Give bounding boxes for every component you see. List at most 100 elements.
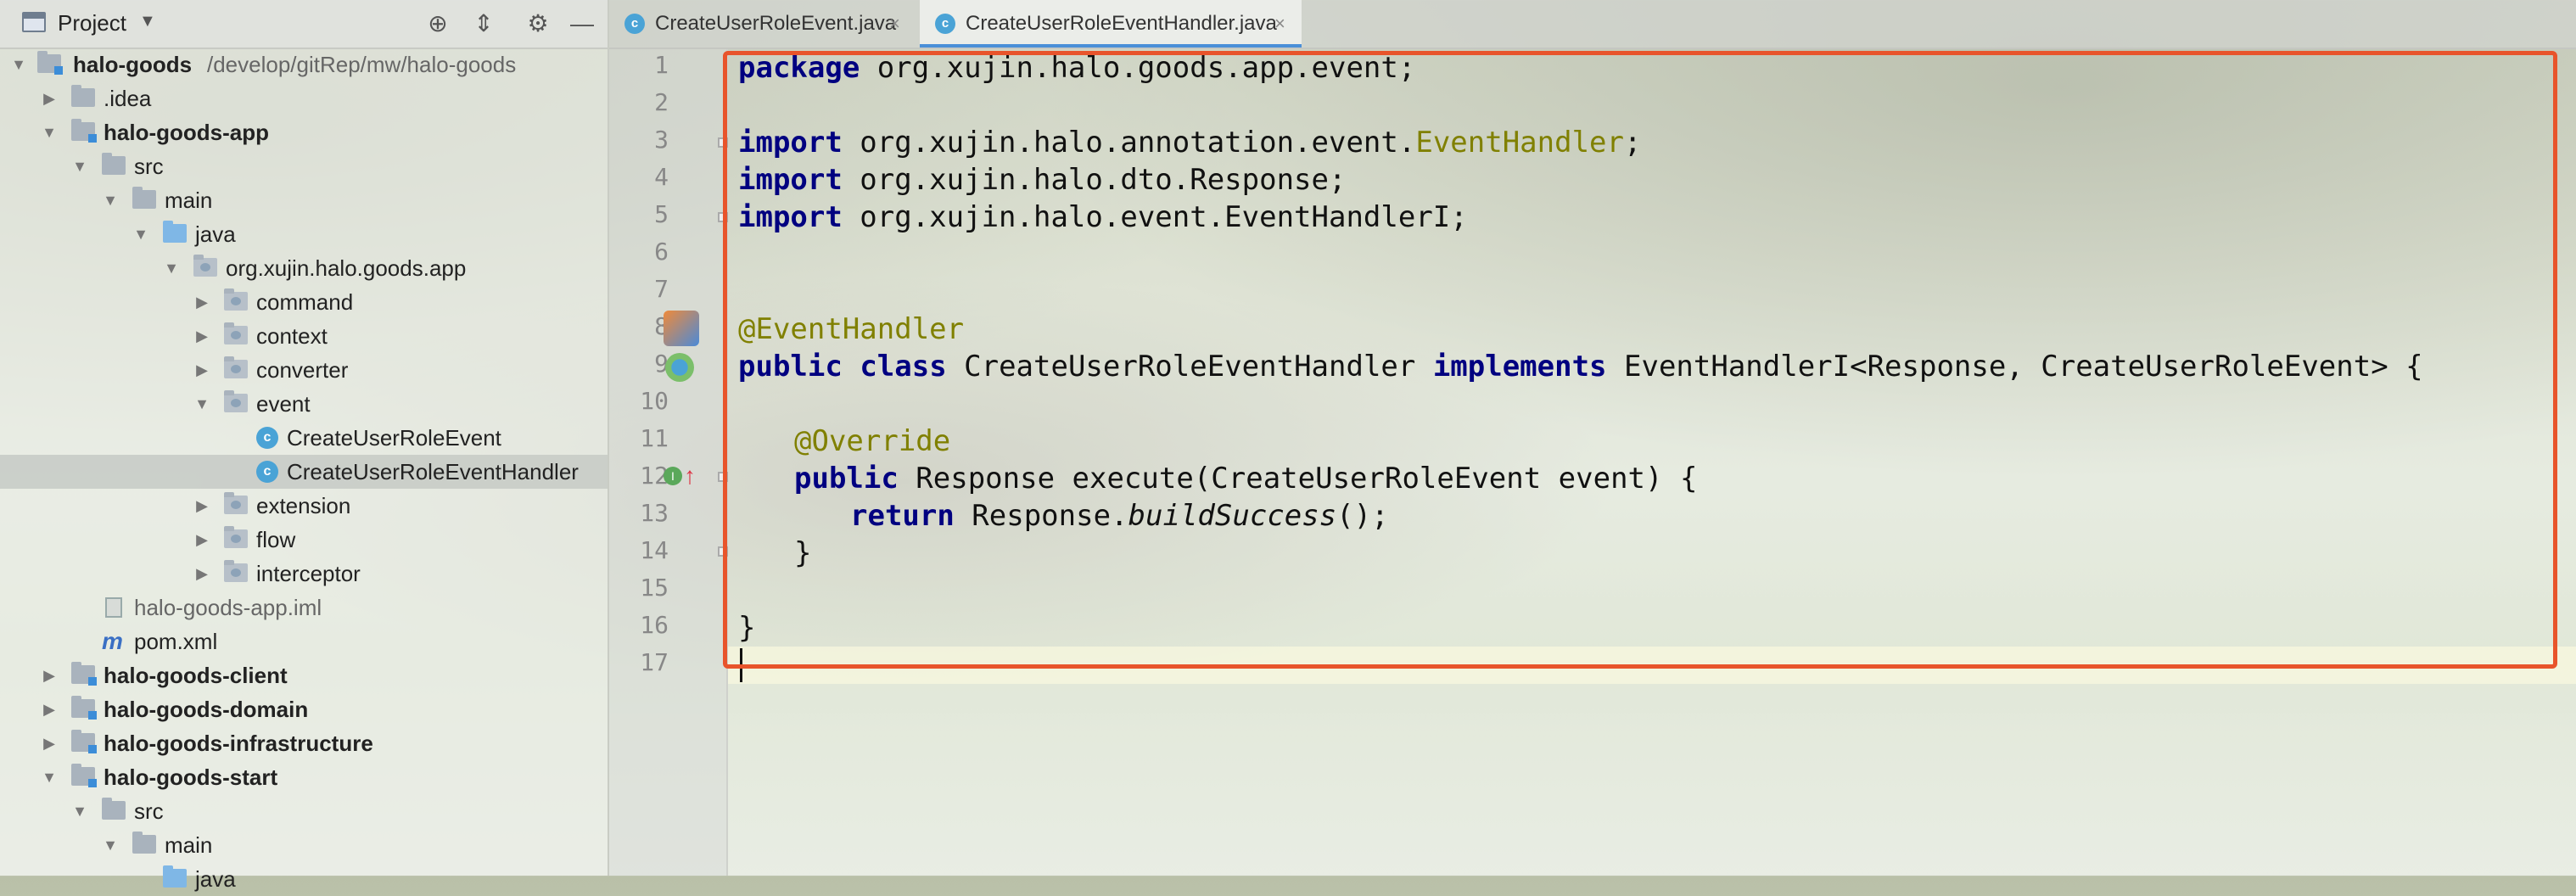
gear-icon[interactable]: ⚙ xyxy=(521,7,555,41)
tree-item-label: main xyxy=(165,188,213,213)
chevron-down-icon[interactable]: ▼ xyxy=(100,183,120,217)
tab-create-user-role-event[interactable]: c CreateUserRoleEvent.java × xyxy=(609,0,916,48)
code-line-9: public class CreateUserRoleEventHandler … xyxy=(738,348,2423,385)
tree-item-halo-goods[interactable]: ▼ halo-goods /develop/gitRep/mw/halo-goo… xyxy=(0,48,608,81)
package-icon xyxy=(224,322,248,344)
arrow-up-icon[interactable]: ↑ xyxy=(684,462,697,490)
tree-item-create-user-role-event-handler[interactable]: c CreateUserRoleEventHandler xyxy=(0,455,608,489)
tree-item-label: halo-goods-app xyxy=(104,120,269,145)
text-caret xyxy=(740,648,742,682)
chevron-right-icon[interactable]: ▶ xyxy=(39,658,59,692)
close-icon[interactable]: × xyxy=(889,0,900,48)
tree-item-java-start[interactable]: java xyxy=(0,862,608,896)
tree-item-package-app[interactable]: ▼ org.xujin.halo.goods.app xyxy=(0,251,608,285)
tree-item-main[interactable]: ▼ main xyxy=(0,183,608,217)
tree-item-create-user-role-event[interactable]: c CreateUserRoleEvent xyxy=(0,421,608,455)
code-text: org.xujin.halo.goods.app.event; xyxy=(860,51,1416,85)
tree-item-label: CreateUserRoleEventHandler xyxy=(287,459,579,484)
chevron-right-icon[interactable]: ▶ xyxy=(192,285,212,319)
fold-marker-icon[interactable] xyxy=(718,212,728,222)
code-line-13: return Response.buildSuccess(); xyxy=(850,497,1389,535)
chevron-right-icon[interactable]: ▶ xyxy=(39,692,59,726)
folder-icon xyxy=(102,153,126,175)
code-text: CreateUserRoleEventHandler xyxy=(946,350,1433,384)
tree-item-label: extension xyxy=(256,493,351,518)
tree-item-label: CreateUserRoleEvent xyxy=(287,425,501,451)
module-folder-icon xyxy=(37,51,63,75)
chevron-down-icon[interactable]: ▼ xyxy=(192,387,212,421)
override-icon[interactable]: I xyxy=(664,467,682,485)
line-number: 5 xyxy=(654,200,669,228)
spring-bean-icon[interactable] xyxy=(664,311,699,346)
close-icon[interactable]: × xyxy=(1274,0,1285,48)
fold-marker-icon[interactable] xyxy=(718,546,728,557)
chevron-down-icon[interactable]: ▼ xyxy=(70,794,90,828)
fold-marker-icon[interactable] xyxy=(718,472,728,482)
tree-item-idea[interactable]: ▶ .idea xyxy=(0,81,608,115)
chevron-down-icon[interactable]: ▼ xyxy=(8,48,29,81)
locate-icon[interactable]: ⊕ xyxy=(421,7,455,41)
tree-item-halo-goods-domain[interactable]: ▶ halo-goods-domain xyxy=(0,692,608,726)
code-text: EventHandlerI<Response, CreateUserRoleEv… xyxy=(1606,350,2423,384)
chevron-down-icon[interactable]: ▼ xyxy=(139,12,156,31)
line-number: 7 xyxy=(654,275,669,303)
tree-item-label: org.xujin.halo.goods.app xyxy=(226,255,467,281)
folder-icon xyxy=(71,85,95,107)
chevron-right-icon[interactable]: ▶ xyxy=(39,726,59,760)
tree-item-label: converter xyxy=(256,357,349,383)
chevron-down-icon[interactable]: ▼ xyxy=(161,251,182,285)
line-number: 12 xyxy=(640,462,669,490)
tree-item-label: halo-goods xyxy=(73,52,193,77)
project-panel-title[interactable]: Project xyxy=(58,10,126,36)
tree-item-halo-goods-start[interactable]: ▼ halo-goods-start xyxy=(0,760,608,794)
minimize-icon[interactable]: — xyxy=(565,7,599,41)
source-folder-icon xyxy=(163,865,187,888)
line-number: 17 xyxy=(640,648,669,676)
tree-item-src[interactable]: ▼ src xyxy=(0,149,608,183)
chevron-down-icon[interactable]: ▼ xyxy=(39,760,59,794)
implements-icon[interactable] xyxy=(665,353,694,382)
chevron-down-icon[interactable]: ▼ xyxy=(70,149,90,183)
chevron-right-icon[interactable]: ▶ xyxy=(192,557,212,591)
tree-item-iml[interactable]: halo-goods-app.iml xyxy=(0,591,608,624)
tree-item-extension[interactable]: ▶ extension xyxy=(0,489,608,523)
collapse-all-icon[interactable]: ⇕ xyxy=(467,7,501,41)
line-number: 10 xyxy=(640,387,669,415)
tree-item-converter[interactable]: ▶ converter xyxy=(0,353,608,387)
chevron-right-icon[interactable]: ▶ xyxy=(192,353,212,387)
editor-gutter: 1 2 3 4 5 6 7 8 9 10 11 12 13 14 15 16 1… xyxy=(609,49,728,876)
tree-item-label: src xyxy=(134,154,164,179)
tree-item-halo-goods-app[interactable]: ▼ halo-goods-app xyxy=(0,115,608,149)
tab-create-user-role-event-handler[interactable]: c CreateUserRoleEventHandler.java × xyxy=(920,0,1302,48)
chevron-down-icon[interactable]: ▼ xyxy=(131,217,151,251)
tree-item-interceptor[interactable]: ▶ interceptor xyxy=(0,557,608,591)
chevron-right-icon[interactable]: ▶ xyxy=(192,489,212,523)
tree-item-context[interactable]: ▶ context xyxy=(0,319,608,353)
keyword: import xyxy=(738,126,843,160)
code-line-5: import org.xujin.halo.event.EventHandler… xyxy=(738,199,1468,236)
tree-item-java[interactable]: ▼ java xyxy=(0,217,608,251)
chevron-right-icon[interactable]: ▶ xyxy=(192,319,212,353)
tree-item-event[interactable]: ▼ event xyxy=(0,387,608,421)
chevron-right-icon[interactable]: ▶ xyxy=(192,523,212,557)
module-folder-icon xyxy=(71,119,97,143)
keyword: package xyxy=(738,51,860,85)
tree-item-label: halo-goods-infrastructure xyxy=(104,731,373,756)
tree-item-main-start[interactable]: ▼ main xyxy=(0,828,608,862)
tree-item-halo-goods-infrastructure[interactable]: ▶ halo-goods-infrastructure xyxy=(0,726,608,760)
chevron-down-icon[interactable]: ▼ xyxy=(39,115,59,149)
tree-item-src-start[interactable]: ▼ src xyxy=(0,794,608,828)
tree-item-label: flow xyxy=(256,527,296,552)
code-text: org.xujin.halo.event.EventHandlerI; xyxy=(842,200,1468,234)
chevron-right-icon[interactable]: ▶ xyxy=(39,81,59,115)
tree-item-pom[interactable]: m pom.xml xyxy=(0,624,608,658)
tree-item-halo-goods-client[interactable]: ▶ halo-goods-client xyxy=(0,658,608,692)
tree-item-flow[interactable]: ▶ flow xyxy=(0,523,608,557)
fold-marker-icon[interactable] xyxy=(718,137,728,148)
code-line-3: import org.xujin.halo.annotation.event.E… xyxy=(738,124,1641,161)
tree-item-label: main xyxy=(165,832,213,858)
tree-item-command[interactable]: ▶ command xyxy=(0,285,608,319)
iml-file-icon xyxy=(105,597,122,618)
code-text: Response execute(CreateUserRoleEvent eve… xyxy=(898,462,1698,496)
chevron-down-icon[interactable]: ▼ xyxy=(100,828,120,862)
